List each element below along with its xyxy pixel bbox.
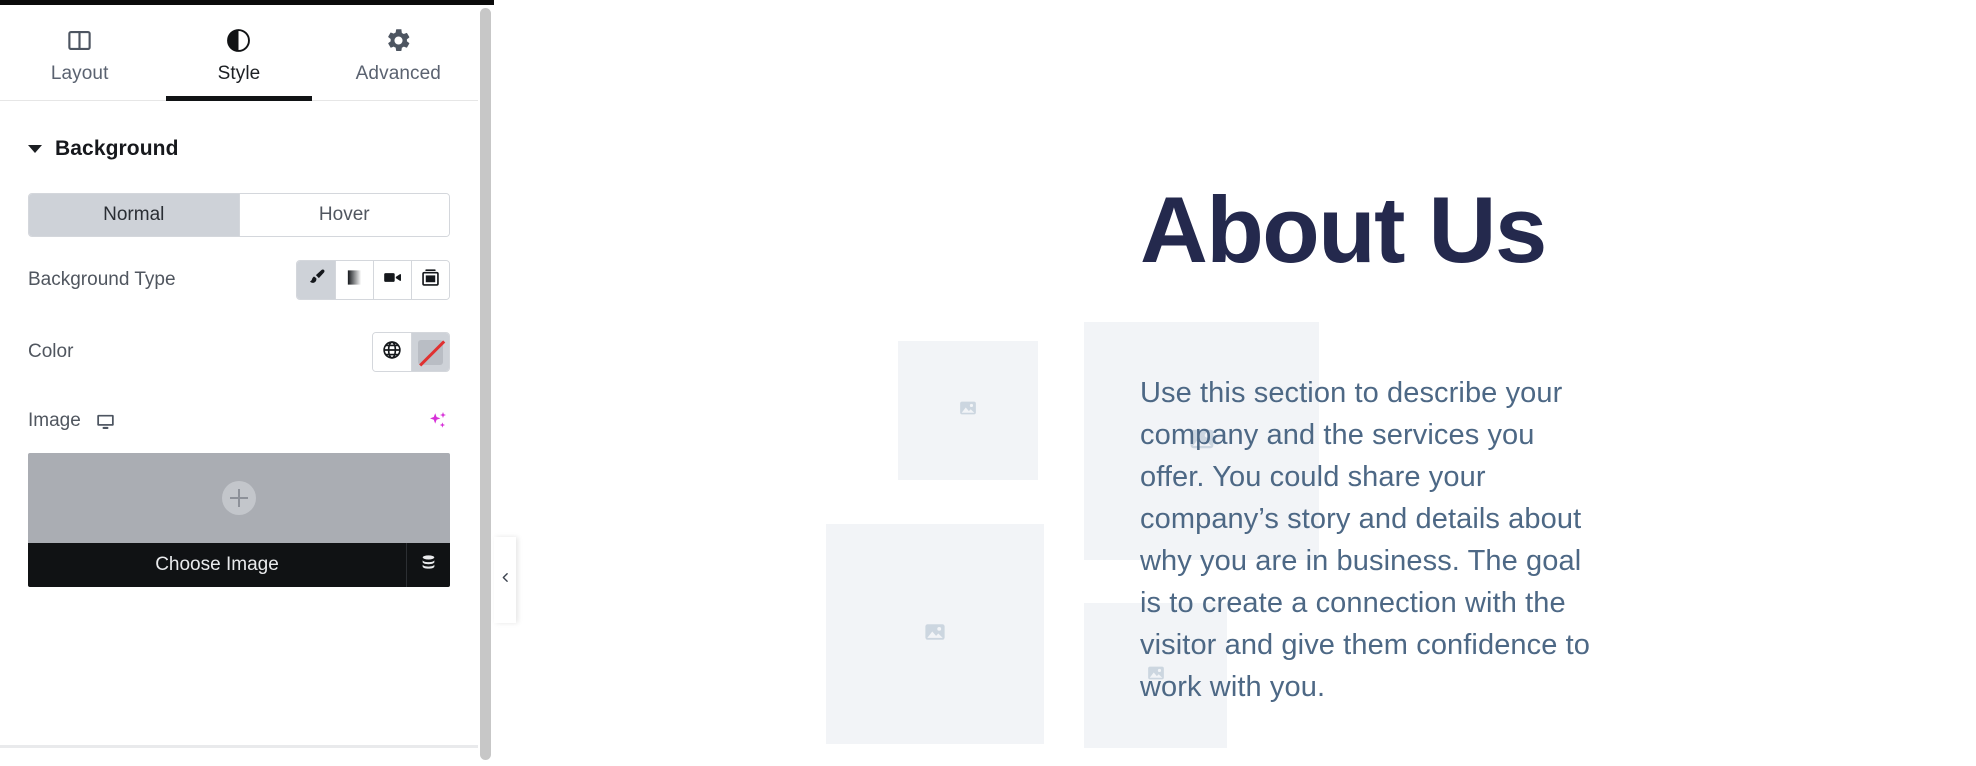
tab-style-label: Style [217, 62, 261, 84]
tab-style[interactable]: Style [159, 5, 318, 100]
panel-tab-bar: Layout Style Advanced [0, 5, 478, 101]
tab-advanced-label: Advanced [355, 62, 441, 84]
image-media-actions: Choose Image [28, 543, 450, 587]
background-type-options [296, 260, 450, 300]
image-placeholder-3[interactable] [826, 524, 1044, 744]
contrast-circle-icon [225, 27, 252, 54]
state-toggle-normal-label: Normal [103, 204, 165, 225]
panel-bottom-divider [0, 745, 478, 748]
image-row: Image [28, 393, 450, 449]
image-icon [959, 399, 977, 422]
state-toggle-hover-label: Hover [318, 204, 370, 225]
color-label: Color [28, 341, 74, 362]
page-preview-canvas[interactable]: About Us Use this section to describe yo… [494, 0, 1976, 766]
background-section-title: Background [55, 137, 179, 160]
editor-settings-panel: Layout Style Advanced Background Normal … [0, 5, 478, 766]
choose-image-label: Choose Image [155, 554, 279, 575]
caret-down-icon [28, 145, 42, 153]
state-toggle-hover[interactable]: Hover [238, 194, 449, 236]
video-camera-icon [382, 267, 403, 293]
image-media-control: Choose Image [28, 453, 450, 587]
no-color-button[interactable] [411, 333, 449, 371]
paintbrush-icon [306, 267, 327, 293]
image-preview-dropzone[interactable] [28, 453, 450, 543]
tab-layout[interactable]: Layout [0, 5, 159, 100]
page-title[interactable]: About Us [1140, 183, 1547, 277]
panel-scrollbar[interactable] [478, 5, 493, 766]
image-label-group: Image [28, 410, 426, 432]
page-body-text[interactable]: Use this section to describe your compan… [1140, 372, 1592, 708]
tab-advanced[interactable]: Advanced [319, 5, 478, 100]
background-type-gradient-button[interactable] [335, 261, 373, 299]
gradient-icon [345, 268, 364, 292]
dynamic-tags-button[interactable] [406, 543, 450, 587]
background-type-label: Background Type [28, 269, 176, 290]
plus-circle-icon [222, 481, 256, 515]
database-stack-icon [419, 553, 438, 577]
elementor-editor-screen: Layout Style Advanced Background Normal … [0, 0, 1976, 766]
color-options [372, 332, 450, 372]
slideshow-icon [420, 267, 441, 293]
no-color-swatch [418, 339, 443, 365]
background-type-row: Background Type [28, 251, 450, 309]
layout-columns-icon [66, 27, 93, 54]
choose-image-button[interactable]: Choose Image [28, 543, 406, 587]
background-section: Background Normal Hover Background Type [0, 101, 478, 587]
chevron-left-icon [499, 571, 512, 589]
desktop-monitor-icon[interactable] [95, 411, 116, 432]
tab-layout-label: Layout [50, 62, 109, 84]
state-toggle-normal[interactable]: Normal [29, 194, 239, 236]
image-placeholder-1[interactable] [898, 341, 1038, 480]
panel-scrollbar-thumb[interactable] [480, 8, 491, 760]
image-icon [924, 621, 946, 648]
background-type-slideshow-button[interactable] [411, 261, 449, 299]
gear-icon [385, 27, 412, 54]
background-section-header[interactable]: Background [28, 101, 450, 185]
background-type-classic-button[interactable] [297, 261, 335, 299]
global-color-button[interactable] [373, 333, 411, 371]
image-label: Image [28, 410, 81, 431]
background-type-video-button[interactable] [373, 261, 411, 299]
globe-icon [381, 339, 403, 366]
ai-sparkles-icon[interactable] [426, 409, 450, 433]
color-row: Color [28, 323, 450, 381]
panel-collapse-handle[interactable] [494, 537, 516, 623]
state-toggle: Normal Hover [28, 193, 450, 237]
